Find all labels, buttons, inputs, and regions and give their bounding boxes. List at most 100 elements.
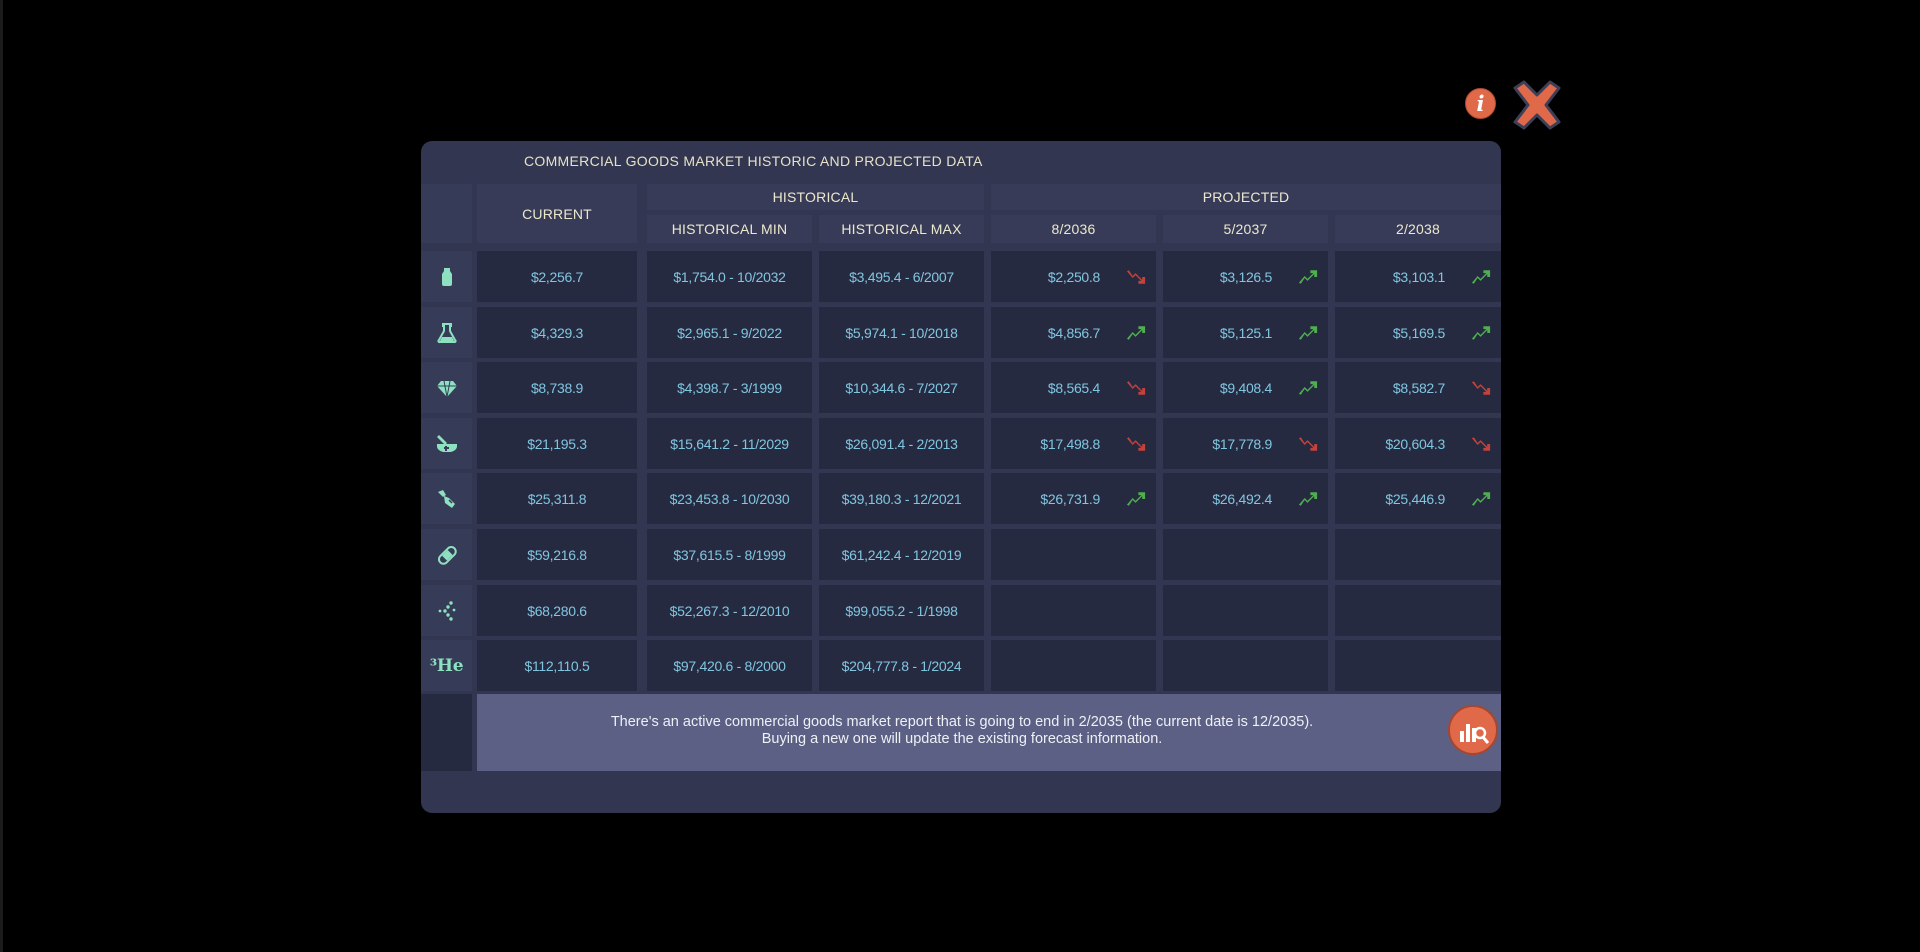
projected-value: $5,125.1 (1219, 324, 1272, 341)
row-icon-cell (421, 418, 472, 469)
projected-empty (1163, 640, 1328, 691)
trend-up-icon (1126, 491, 1146, 506)
historical-min: $97,420.6 - 8/2000 (647, 640, 812, 691)
trend-up-icon (1471, 325, 1491, 340)
projected-value: $9,408.4 (1219, 379, 1272, 396)
historical-min: $4,398.7 - 3/1999 (647, 362, 812, 413)
projected-price: $3,103.1 (1335, 251, 1501, 302)
header-projected-date: 8/2036 (991, 215, 1156, 243)
report-message: There's an active commercial goods marke… (477, 714, 1447, 748)
projected-price: $20,604.3 (1335, 418, 1501, 469)
trend-down-icon (1126, 380, 1146, 395)
bandage-icon (437, 545, 457, 565)
flask-icon (436, 322, 457, 343)
trend-up-icon (1471, 491, 1491, 506)
projected-empty (1163, 529, 1328, 580)
trend-up-icon (1298, 491, 1318, 506)
row-icon-cell (421, 529, 472, 580)
header-historical-min: HISTORICAL MIN (647, 215, 812, 243)
historical-max: $61,242.4 - 12/2019 (819, 529, 984, 580)
projected-value: $2,250.8 (1047, 268, 1100, 285)
projected-price: $17,778.9 (1163, 418, 1328, 469)
current-price: $2,256.7 (477, 251, 637, 302)
mortar-pestle-icon (436, 434, 457, 452)
projected-price: $2,250.8 (991, 251, 1156, 302)
trend-down-icon (1471, 380, 1491, 395)
current-price: $8,738.9 (477, 362, 637, 413)
historical-max: $3,495.4 - 6/2007 (819, 251, 984, 302)
projected-value: $3,103.1 (1392, 268, 1445, 285)
projected-price: $26,492.4 (1163, 473, 1328, 524)
row-icon-cell (421, 307, 472, 358)
historical-max: $10,344.6 - 7/2027 (819, 362, 984, 413)
historical-max: $5,974.1 - 10/2018 (819, 307, 984, 358)
historical-max: $204,777.8 - 1/2024 (819, 640, 984, 691)
projected-value: $17,498.8 (1040, 435, 1100, 452)
close-icon[interactable] (1509, 79, 1565, 131)
projected-value: $20,604.3 (1385, 435, 1445, 452)
current-price: $21,195.3 (477, 418, 637, 469)
drill-icon (437, 489, 455, 508)
trend-up-icon (1298, 269, 1318, 284)
report-status-bar: There's an active commercial goods marke… (477, 694, 1501, 771)
trend-up-icon (1471, 269, 1491, 284)
projected-price: $9,408.4 (1163, 362, 1328, 413)
projected-value: $3,126.5 (1219, 268, 1272, 285)
projected-price: $5,125.1 (1163, 307, 1328, 358)
projected-value: $25,446.9 (1385, 490, 1445, 507)
projected-value: $26,731.9 (1040, 490, 1100, 507)
historical-min: $1,754.0 - 10/2032 (647, 251, 812, 302)
projected-price: $8,565.4 (991, 362, 1156, 413)
window-edge (0, 0, 3, 952)
panel-title: COMMERCIAL GOODS MARKET HISTORIC AND PRO… (524, 153, 983, 169)
projected-value: $8,565.4 (1047, 379, 1100, 396)
current-price: $25,311.8 (477, 473, 637, 524)
historical-min: $15,641.2 - 11/2029 (647, 418, 812, 469)
current-price: $59,216.8 (477, 529, 637, 580)
vase-icon (441, 267, 452, 286)
projected-price: $26,731.9 (991, 473, 1156, 524)
header-historical-max: HISTORICAL MAX (819, 215, 984, 243)
trend-down-icon (1126, 269, 1146, 284)
market-data-panel: COMMERCIAL GOODS MARKET HISTORIC AND PRO… (421, 141, 1501, 813)
historical-min: $52,267.3 - 12/2010 (647, 585, 812, 636)
projected-empty (1335, 529, 1501, 580)
header-projected-date: 5/2037 (1163, 215, 1328, 243)
projected-value: $17,778.9 (1212, 435, 1272, 452)
projected-price: $3,126.5 (1163, 251, 1328, 302)
projected-price: $4,856.7 (991, 307, 1156, 358)
row-icon-cell (421, 362, 472, 413)
trend-down-icon (1298, 436, 1318, 451)
row-icon-cell: ³He (421, 640, 472, 691)
buy-report-button[interactable] (1448, 705, 1498, 755)
historical-max: $99,055.2 - 1/1998 (819, 585, 984, 636)
projected-empty (1163, 585, 1328, 636)
current-price: $68,280.6 (477, 585, 637, 636)
info-button[interactable]: i (1465, 88, 1496, 119)
projected-empty (1335, 585, 1501, 636)
historical-min: $2,965.1 - 9/2022 (647, 307, 812, 358)
trend-down-icon (1471, 436, 1491, 451)
historical-min: $23,453.8 - 10/2030 (647, 473, 812, 524)
trend-up-icon (1126, 325, 1146, 340)
historical-max: $39,180.3 - 12/2021 (819, 473, 984, 524)
projected-value: $8,582.7 (1392, 379, 1445, 396)
header-icon-column (421, 184, 472, 243)
projected-empty (991, 529, 1156, 580)
gem-icon (436, 380, 457, 397)
projected-value: $26,492.4 (1212, 490, 1272, 507)
projected-price: $25,446.9 (1335, 473, 1501, 524)
row-icon-cell (421, 585, 472, 636)
projected-empty (991, 585, 1156, 636)
header-projected: PROJECTED (991, 184, 1501, 210)
projected-price: $8,582.7 (1335, 362, 1501, 413)
header-historical: HISTORICAL (647, 184, 984, 210)
current-price: $4,329.3 (477, 307, 637, 358)
trend-up-icon (1298, 325, 1318, 340)
current-price: $112,110.5 (477, 640, 637, 691)
report-line-1: There's an active commercial goods marke… (610, 714, 1314, 730)
projected-value: $5,169.5 (1392, 324, 1445, 341)
projected-price: $5,169.5 (1335, 307, 1501, 358)
projected-empty (1335, 640, 1501, 691)
trend-up-icon (1298, 380, 1318, 395)
